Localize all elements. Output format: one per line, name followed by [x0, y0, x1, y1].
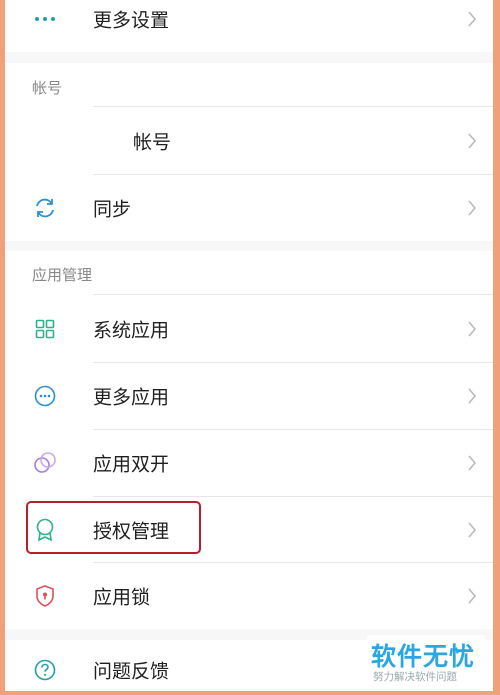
grid-icon: [32, 316, 58, 342]
chevron-right-icon: [468, 388, 477, 404]
system-apps-row[interactable]: 系统应用: [5, 296, 493, 362]
watermark: 软件无忧 努力解决软件问题: [367, 635, 485, 687]
dual-apps-label: 应用双开: [93, 453, 170, 476]
more-dots-icon: [32, 6, 58, 32]
chevron-right-icon: [468, 455, 477, 471]
divider: [93, 106, 493, 107]
more-apps-row[interactable]: 更多应用: [5, 363, 493, 429]
app-management-group: 应用管理 系统应用 更多应用 应用双开 授权管理 应用锁: [5, 251, 493, 629]
account-row[interactable]: 帐号: [5, 108, 493, 174]
app-lock-row[interactable]: 应用锁: [5, 563, 493, 629]
app-lock-label: 应用锁: [93, 586, 151, 609]
feedback-label: 问题反馈: [93, 660, 170, 683]
chevron-right-icon: [468, 522, 477, 538]
more-circle-icon: [32, 383, 58, 409]
chevron-right-icon: [468, 200, 477, 216]
divider: [93, 294, 493, 295]
more-settings-row[interactable]: 更多设置: [5, 0, 493, 52]
dual-apps-row[interactable]: 应用双开: [5, 430, 493, 496]
more-apps-label: 更多应用: [93, 386, 170, 409]
shield-lock-icon: [32, 583, 58, 609]
chevron-right-icon: [468, 133, 477, 149]
watermark-subtitle: 努力解决软件问题: [373, 671, 457, 683]
more-settings-group: 更多设置: [5, 0, 493, 52]
sync-icon: [32, 195, 58, 221]
chevron-right-icon: [468, 321, 477, 337]
more-settings-label: 更多设置: [93, 9, 170, 32]
account-group: 帐号 帐号 同步: [5, 63, 493, 241]
chevron-right-icon: [468, 588, 477, 604]
sync-row[interactable]: 同步: [5, 175, 493, 241]
dual-circle-icon: [32, 450, 58, 476]
chevron-right-icon: [468, 11, 477, 27]
system-apps-label: 系统应用: [93, 319, 170, 342]
highlight-box: [26, 501, 201, 554]
question-icon: [32, 657, 58, 683]
sync-label: 同步: [93, 198, 132, 221]
watermark-title: 软件无忧: [371, 642, 476, 671]
account-label: 帐号: [133, 131, 172, 154]
section-header-app-management: 应用管理: [32, 266, 93, 284]
section-header-account: 帐号: [32, 79, 63, 97]
settings-screen: 更多设置 帐号 帐号 同步 应用管理 系统应用 更多应用 应用双开 授权管理 应…: [5, 0, 493, 691]
